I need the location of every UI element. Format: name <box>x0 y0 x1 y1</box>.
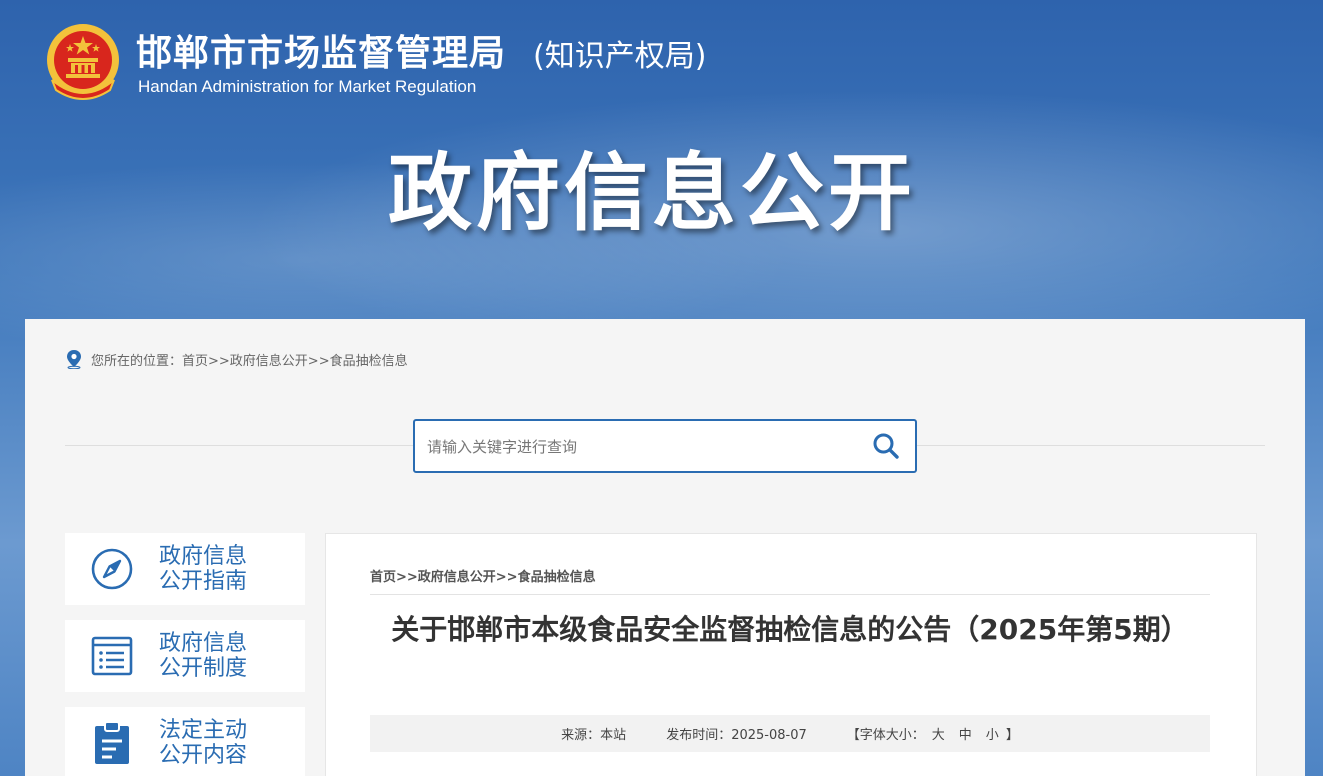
sidebar-item-label: 法定主动 <box>159 718 248 743</box>
sidebar-item-label: 公开内容 <box>159 743 248 768</box>
font-size-small-button[interactable]: 小 <box>986 724 999 743</box>
sidebar-item-label: 政府信息 <box>159 631 248 656</box>
article-breadcrumb[interactable]: 首页>>政府信息公开>>食品抽检信息 <box>370 566 596 585</box>
article-meta: 来源：本站 发布时间：2025-08-07 【字体大小： 大 中 小 】 <box>370 715 1210 752</box>
sidebar-item-statutory-content[interactable]: 法定主动 公开内容 <box>65 707 305 776</box>
article-source: 来源：本站 <box>561 728 627 743</box>
location-bar: 您所在的位置： 首页>>政府信息公开>>食品抽检信息 <box>65 347 408 371</box>
list-document-icon <box>91 636 133 676</box>
article-title: 关于邯郸市本级食品安全监督抽检信息的公告（2025年第5期） <box>391 613 1189 646</box>
sidebar-item-disclosure-system[interactable]: 政府信息 公开制度 <box>65 620 305 692</box>
sidebar-item-disclosure-guide[interactable]: 政府信息 公开指南 <box>65 533 305 605</box>
search-icon[interactable] <box>871 431 901 461</box>
main-panel: 您所在的位置： 首页>>政府信息公开>>食品抽检信息 政府信息 公开指南 <box>25 319 1305 776</box>
article-panel: 首页>>政府信息公开>>食品抽检信息 关于邯郸市本级食品安全监督抽检信息的公告（… <box>325 533 1257 776</box>
clipboard-icon <box>95 721 129 764</box>
site-english-name: Handan Administration for Market Regulat… <box>138 77 477 96</box>
location-pin-icon <box>67 350 81 369</box>
hero-title: 政府信息公开 <box>388 144 917 242</box>
site-title: 邯郸市市场监督管理局 <box>136 33 507 74</box>
location-label: 您所在的位置： <box>91 353 183 369</box>
site-subtitle: (知识产权局) <box>533 39 707 74</box>
breadcrumb-divider <box>370 594 1210 595</box>
font-size-label: 【字体大小： <box>846 728 925 743</box>
location-path[interactable]: 首页>>政府信息公开>>食品抽检信息 <box>182 350 408 369</box>
font-size-large-button[interactable]: 大 <box>932 724 945 743</box>
sidebar-item-label: 公开制度 <box>159 656 248 681</box>
compass-icon <box>91 548 133 590</box>
article-publish-date: 发布时间：2025-08-07 <box>666 728 807 743</box>
national-emblem-icon <box>47 24 119 100</box>
sidebar-item-label: 公开指南 <box>159 569 248 594</box>
font-size-medium-button[interactable]: 中 <box>959 724 972 743</box>
sidebar-item-label: 政府信息 <box>159 544 248 569</box>
search-box <box>413 419 917 473</box>
search-input[interactable] <box>425 433 849 461</box>
font-size-label-end: 】 <box>1005 728 1019 743</box>
